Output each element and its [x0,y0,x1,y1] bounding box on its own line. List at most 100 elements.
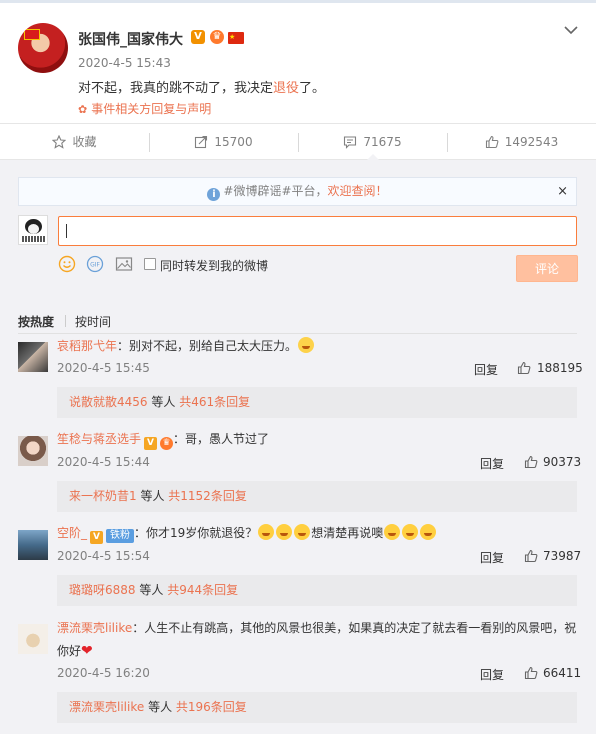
fan-badge: 铁粉 [106,529,135,543]
post-text-after: 了。 [299,81,326,96]
favorite-label: 收藏 [72,135,97,149]
post-text: 对不起，我真的跳不动了，我决定退役了。 [78,77,325,96]
comment-body: 空阶_ V 铁粉 ：你才19岁你就退役？ 想清楚再说噢 [57,522,437,545]
sub-reply-mid: 等人 [136,489,169,503]
sub-reply-count[interactable]: 共196条回复 [176,700,247,714]
avatar-caption [22,236,46,242]
sub-reply-count[interactable]: 共944条回复 [167,583,238,597]
tab-sort-hot[interactable]: 按热度 [18,315,54,329]
star-icon [52,134,67,149]
comment-like-count: 73987 [543,549,582,563]
comment-time[interactable]: 2020-4-5 15:45 [57,361,150,375]
current-user-avatar[interactable] [18,215,48,245]
repost-button[interactable]: 15700 [149,124,298,159]
comment-button[interactable]: 71675 [298,124,447,160]
rumor-link[interactable]: 欢迎查阅！ [328,184,388,198]
commenter-name[interactable]: 哀稻那弋年 [57,339,117,353]
comment-body: 哀稻那弋年：别对不起，别给自己太大压力。 [57,335,315,358]
info-icon: i [207,188,221,201]
sub-reply-count[interactable]: 共1152条回复 [168,489,247,503]
thumbs-up-icon [485,135,499,148]
commenter-name[interactable]: 笙稔与蒋丞选手 [57,432,141,446]
image-icon[interactable] [115,255,133,273]
verified-icon: V [144,437,158,450]
sub-reply-mid: 等人 [147,395,180,409]
emoji-icon[interactable] [58,255,76,273]
event-link-label: 事件相关方回复与声明 [91,102,212,116]
reply-button[interactable]: 回复 [480,666,504,683]
sort-divider [65,315,67,327]
commenter-name[interactable]: 空阶_ [57,526,87,540]
chevron-down-icon[interactable] [564,25,578,35]
commenter-name[interactable]: 漂流栗壳lilike [57,621,132,635]
commenter-avatar[interactable] [18,530,48,560]
thumbs-up-icon[interactable] [524,455,538,469]
verified-icon[interactable]: V [191,30,205,44]
reply-button[interactable]: 回复 [480,549,504,566]
thumbs-up-icon[interactable] [524,549,538,563]
author-avatar[interactable] [18,23,68,73]
comment-time[interactable]: 2020-4-5 15:44 [57,455,150,469]
favorite-button[interactable]: 收藏 [0,124,149,159]
comment-input[interactable] [58,216,577,246]
repost-icon [195,135,208,148]
sub-reply-user[interactable]: 来一杯奶昔1 [69,489,137,503]
comment-icon [344,135,357,149]
repost-count: 15700 [214,134,253,149]
comment-like-count: 66411 [543,666,582,680]
author-name[interactable]: 张国伟_国家伟大 [78,29,183,49]
submit-comment-button[interactable]: 评论 [516,255,578,282]
like-button[interactable]: 1492543 [447,124,596,159]
comment-text-2: 你好 [57,644,82,658]
sub-reply-user[interactable]: 璐璐呀6888 [69,583,136,597]
sort-tabs: 按热度 按时间 [18,313,111,330]
post-text-highlight[interactable]: 退役 [273,81,299,96]
laughing-emoji-icon [258,524,275,540]
rumor-prefix: #微博辟谣#平台， [223,184,328,198]
repost-checkbox[interactable] [144,258,156,270]
comment-time[interactable]: 2020-4-5 15:54 [57,549,150,563]
thumbs-up-icon[interactable] [517,361,531,375]
commenter-avatar[interactable] [18,436,48,466]
sub-reply-user[interactable]: 说散就散4456 [69,395,148,409]
sub-reply-count[interactable]: 共461条回复 [179,395,250,409]
event-statement-link[interactable]: ✿ 事件相关方回复与声明 [78,100,211,117]
sub-reply-mid: 等人 [144,700,176,714]
sub-replies[interactable]: 璐璐呀6888 等人 共944条回复 [57,575,577,606]
commenter-avatar[interactable] [18,624,48,654]
comment-body: 漂流栗壳lilike：人生不止有跳高，其他的风景也很美，如果真的决定了就去看一看… [57,617,577,663]
comment-text: ：你才19岁你就退役？ [134,526,258,540]
weibo-post: 张国伟_国家伟大 V ♛ 2020-4-5 15:43 对不起，我真的跳不动了，… [0,3,596,123]
comment-text: ：人生不止有跳高，其他的风景也很美，如果真的决定了就去看一看别的风景吧，祝 [132,621,577,635]
laughing-emoji-icon [294,524,311,540]
gif-icon[interactable]: GIF [86,255,104,273]
avatar-flag [24,29,40,40]
comment-like-count: 90373 [543,455,582,469]
sub-replies[interactable]: 漂流栗壳lilike 等人 共196条回复 [57,692,577,723]
post-text-before: 对不起，我真的跳不动了，我决定 [78,81,274,96]
china-flag-icon [228,30,244,44]
member-crown-icon: ♛ [160,437,174,450]
close-icon[interactable]: × [557,178,568,205]
sub-reply-user[interactable]: 漂流栗壳lilike [69,700,144,714]
avatar-face [28,224,39,234]
tab-sort-time[interactable]: 按时间 [75,315,111,329]
crying-emoji-icon [298,337,315,353]
member-crown-icon[interactable]: ♛ [210,30,224,44]
reply-button[interactable]: 回复 [480,455,504,472]
post-time[interactable]: 2020-4-5 15:43 [78,56,171,70]
sub-replies[interactable]: 说散就散4456 等人 共461条回复 [57,387,577,418]
comment-time[interactable]: 2020-4-5 16:20 [57,666,150,680]
like-count: 1492543 [504,134,559,149]
reply-button[interactable]: 回复 [474,361,498,378]
comment-text-2: 想清楚再说噢 [311,526,384,540]
grin-emoji-icon [420,524,437,540]
spark-icon: ✿ [78,103,88,116]
thumbs-up-icon[interactable] [524,666,538,680]
sub-reply-mid: 等人 [135,583,168,597]
sort-divider-line [18,333,577,334]
sub-replies[interactable]: 来一杯奶昔1 等人 共1152条回复 [57,481,577,512]
rumor-notice: i #微博辟谣#平台，欢迎查阅！ × [18,177,577,206]
repost-checkbox-label[interactable]: 同时转发到我的微博 [160,257,268,274]
commenter-avatar[interactable] [18,342,48,372]
